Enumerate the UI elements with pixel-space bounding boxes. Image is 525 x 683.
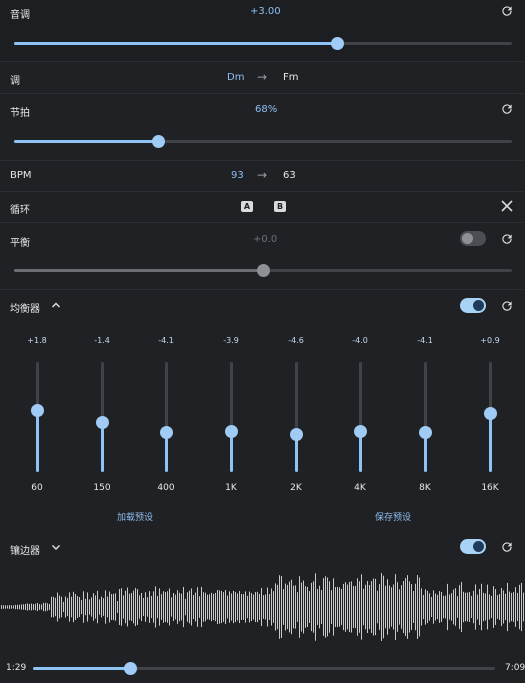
eq-band-value: -1.4 [94, 336, 110, 345]
toggle-knob [473, 300, 484, 311]
eq-band-value: -3.9 [223, 336, 239, 345]
chevron-up-icon[interactable] [51, 300, 61, 310]
trimmer-toggle[interactable] [460, 539, 486, 554]
toggle-knob [462, 233, 473, 244]
eq-band-thumb[interactable] [30, 403, 44, 417]
balance-reset-icon[interactable] [500, 232, 514, 246]
divider [0, 191, 525, 192]
key-label: 调 [10, 76, 20, 87]
eq-band-thumb[interactable] [418, 425, 432, 439]
close-icon[interactable] [501, 200, 513, 212]
equalizer-label: 均衡器 [10, 304, 40, 315]
eq-band-value: +0.9 [480, 336, 500, 345]
balance-value: +0.0 [253, 234, 278, 245]
key-from: Dm [227, 72, 245, 83]
equalizer-reset-icon[interactable] [500, 299, 514, 313]
pitch-slider-fill [14, 42, 338, 45]
pitch-reset-icon[interactable] [500, 4, 514, 18]
eq-band-frequency: 4K [354, 483, 366, 493]
eq-band-frequency: 150 [93, 483, 111, 493]
eq-band-frequency: 16K [481, 483, 499, 493]
waveform[interactable] [0, 566, 525, 648]
tempo-slider-thumb[interactable] [151, 135, 165, 148]
balance-slider-thumb[interactable] [256, 264, 270, 277]
divider [0, 93, 525, 94]
chevron-down-icon[interactable] [51, 542, 61, 552]
eq-band-thumb[interactable] [95, 416, 109, 429]
bpm-from: 93 [231, 170, 244, 181]
loop-label: 循环 [10, 205, 30, 216]
seek-fill [33, 667, 131, 670]
trimmer-label: 镶边器 [10, 546, 40, 557]
eq-band-value: -4.6 [288, 336, 304, 345]
bpm-label: BPM [10, 170, 32, 181]
load-preset-button[interactable]: 加载预设 [117, 510, 153, 523]
bpm-to: 63 [283, 170, 296, 181]
balance-label: 平衡 [10, 238, 30, 249]
key-arrow-icon: → [257, 70, 268, 84]
save-preset-button[interactable]: 保存预设 [375, 510, 411, 523]
eq-band-value: -4.1 [417, 336, 433, 345]
eq-band-frequency: 400 [157, 483, 175, 493]
key-to: Fm [283, 72, 299, 83]
tempo-slider-fill [14, 140, 159, 143]
total-time: 7:09 [505, 663, 525, 673]
eq-band-frequency: 2K [290, 483, 302, 493]
pitch-value: +3.00 [250, 6, 281, 17]
eq-band-thumb[interactable] [353, 424, 367, 438]
loop-point-a-button[interactable]: A [241, 201, 253, 212]
eq-band-frequency: 60 [31, 483, 43, 493]
eq-band-frequency: 1K [225, 483, 237, 493]
current-time: 1:29 [6, 663, 27, 673]
eq-band-thumb[interactable] [224, 424, 238, 438]
eq-band-thumb[interactable] [483, 407, 497, 421]
trimmer-reset-icon[interactable] [500, 540, 514, 554]
loop-point-b-button[interactable]: B [274, 201, 286, 212]
eq-band-fill [35, 410, 39, 472]
divider [0, 160, 525, 161]
tempo-reset-icon[interactable] [500, 102, 514, 116]
equalizer-toggle[interactable] [460, 298, 486, 313]
eq-band-value: -4.0 [352, 336, 368, 345]
eq-band-thumb[interactable] [289, 428, 303, 442]
pitch-label: 音调 [10, 10, 30, 21]
bpm-arrow-icon: → [257, 168, 268, 182]
tempo-value: 68% [255, 104, 278, 115]
eq-band-value: -4.1 [158, 336, 174, 345]
divider [0, 61, 525, 62]
balance-slider-fill [14, 269, 263, 272]
eq-band-fill [100, 422, 104, 472]
divider [0, 222, 525, 223]
balance-toggle[interactable] [460, 231, 486, 246]
toggle-knob [473, 541, 484, 552]
tempo-label: 节拍 [10, 108, 30, 119]
eq-band-frequency: 8K [419, 483, 431, 493]
eq-band-fill [488, 413, 492, 472]
divider [0, 289, 525, 290]
seek-thumb[interactable] [123, 662, 137, 675]
eq-band-thumb[interactable] [159, 425, 173, 439]
eq-band-value: +1.8 [27, 336, 47, 345]
